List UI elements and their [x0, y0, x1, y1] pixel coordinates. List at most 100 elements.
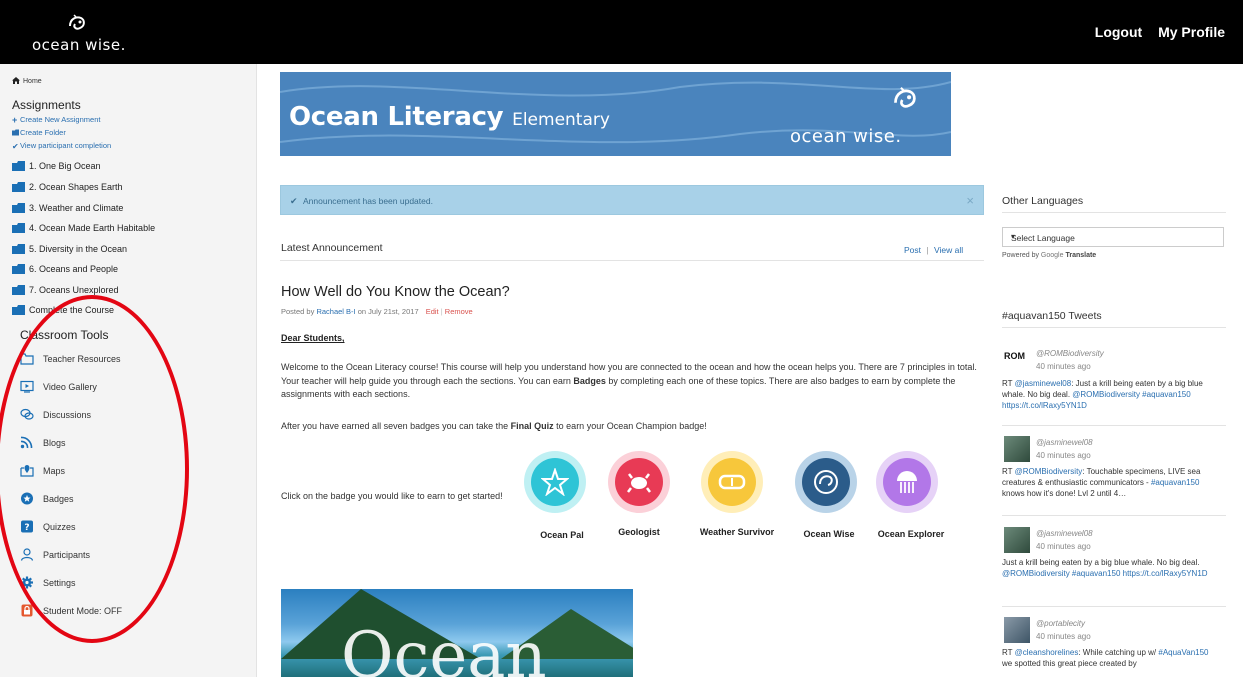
tool-label: Maps [43, 466, 66, 476]
top-bar: ocean wise. Logout My Profile [0, 0, 1243, 64]
folder-item-1[interactable]: 1. One Big Ocean [12, 161, 101, 171]
banner-logo-text: ocean wise. [790, 126, 902, 147]
folder-label: 3. Weather and Climate [29, 203, 124, 213]
create-folder-link[interactable]: Create Folder [12, 128, 66, 137]
language-select[interactable]: Select Language ▾ [1002, 227, 1224, 247]
view-participant-completion-link[interactable]: ✔View participant completion [12, 141, 111, 151]
tweet-text: RT [1002, 379, 1015, 388]
folder-item-7[interactable]: 7. Oceans Unexplored [12, 285, 119, 295]
tool-student-mode[interactable]: Student Mode: OFF [20, 604, 122, 617]
tool-video-gallery[interactable]: Video Gallery [20, 380, 97, 393]
tool-quizzes[interactable]: ? Quizzes [20, 520, 76, 533]
ocean-pal-badge[interactable] [524, 451, 586, 513]
folder-item-complete[interactable]: Complete the Course [12, 305, 114, 315]
create-new-assignment-label: Create New Assignment [20, 115, 101, 124]
tweet-handle[interactable]: @jasminewel08 [1036, 529, 1093, 538]
ocean-poster-image: Ocean [281, 589, 633, 677]
tool-blogs[interactable]: Blogs [20, 436, 66, 449]
folder-icon [12, 182, 25, 192]
tool-teacher-resources[interactable]: Teacher Resources [20, 352, 121, 365]
folder-outline-icon [20, 353, 34, 365]
tweet-text: we spotted this great piece created by [1002, 659, 1137, 668]
remove-link[interactable]: Remove [445, 307, 473, 316]
divider [1002, 425, 1226, 426]
tool-label: Blogs [43, 438, 66, 448]
tool-participants[interactable]: Participants [20, 548, 90, 561]
home-label: Home [23, 78, 42, 85]
folder-icon [12, 264, 25, 274]
tool-discussions[interactable]: Discussions [20, 408, 91, 421]
crab-icon [627, 473, 651, 493]
ocean-explorer-label[interactable]: Ocean Explorer [866, 529, 956, 539]
folder-label: 4. Ocean Made Earth Habitable [29, 223, 156, 233]
avatar[interactable]: ROM [1004, 351, 1030, 377]
tweet-time: 40 minutes ago [1036, 451, 1091, 460]
folder-item-5[interactable]: 5. Diversity in the Ocean [12, 244, 127, 254]
logout-link[interactable]: Logout [1095, 24, 1142, 40]
tool-badges[interactable]: Badges [20, 492, 74, 505]
latest-announcement-heading: Latest Announcement [281, 242, 383, 254]
home-link[interactable]: Home [12, 77, 42, 85]
create-new-assignment-link[interactable]: + Create New Assignment [12, 115, 101, 125]
tweet-time: 40 minutes ago [1036, 362, 1091, 371]
tool-label: Quizzes [43, 522, 76, 532]
click-badge-text: Click on the badge you would like to ear… [281, 491, 503, 501]
tweet-link[interactable]: #AquaVan150 [1158, 648, 1208, 657]
user-icon [20, 548, 34, 561]
tweet-link[interactable]: @ROMBiodiversity [1015, 467, 1083, 476]
tweet-handle[interactable]: @portablecity [1036, 619, 1085, 628]
geologist-label[interactable]: Geologist [594, 527, 684, 537]
avatar[interactable] [1004, 527, 1030, 553]
powered-by-text: Powered by [1002, 252, 1039, 259]
translate-link[interactable]: Translate [1065, 252, 1096, 259]
tweet-link[interactable]: @ROMBiodiversity #aquavan150 https://t.c… [1002, 569, 1208, 578]
weather-survivor-badge[interactable] [701, 451, 763, 513]
folder-label: 5. Diversity in the Ocean [29, 244, 128, 254]
ocean-wise-label[interactable]: Ocean Wise [784, 529, 874, 539]
tweet-handle[interactable]: @jasminewel08 [1036, 438, 1093, 447]
quiz-text-end: to earn your Ocean Champion badge! [553, 421, 707, 431]
gear-icon [21, 576, 33, 589]
folder-item-2[interactable]: 2. Ocean Shapes Earth [12, 182, 123, 192]
ocean-explorer-badge[interactable] [876, 451, 938, 513]
folder-item-3[interactable]: 3. Weather and Climate [12, 203, 123, 213]
banner-subtitle: Elementary [512, 110, 610, 130]
edit-link[interactable]: Edit [426, 307, 439, 316]
view-all-link[interactable]: View all [934, 245, 963, 255]
close-icon[interactable]: × [966, 193, 974, 208]
ocean-wise-logo[interactable]: ocean wise. [30, 14, 130, 54]
post-link[interactable]: Post [904, 245, 921, 255]
my-profile-link[interactable]: My Profile [1158, 24, 1225, 40]
folder-label: 7. Oceans Unexplored [29, 285, 119, 295]
folder-item-6[interactable]: 6. Oceans and People [12, 264, 118, 274]
tweets-heading: #aquavan150 Tweets [1002, 310, 1102, 322]
tweet-handle[interactable]: @ROMBiodiversity [1036, 349, 1104, 358]
greeting: Dear Students, [281, 333, 345, 343]
banner-title-text: Ocean Literacy [289, 102, 504, 132]
starfish-icon [541, 468, 569, 496]
post-meta: Posted by Rachael B-I on July 21st, 2017… [281, 307, 473, 316]
folder-item-4[interactable]: 4. Ocean Made Earth Habitable [12, 223, 155, 233]
folder-label: Complete the Course [29, 305, 115, 315]
geologist-badge[interactable] [608, 451, 670, 513]
discussion-icon [20, 408, 34, 420]
avatar[interactable] [1004, 436, 1030, 462]
tool-label: Discussions [43, 410, 92, 420]
tool-label: Badges [43, 494, 74, 504]
tool-settings[interactable]: Settings [20, 576, 76, 589]
weather-survivor-label[interactable]: Weather Survivor [692, 527, 782, 537]
ocean-wise-badge[interactable] [795, 451, 857, 513]
folder-label: 1. One Big Ocean [29, 161, 101, 171]
success-alert: ✔ Announcement has been updated. × [280, 185, 984, 215]
jellyfish-icon [897, 471, 917, 493]
tweet-link[interactable]: @cleanshorelines [1015, 648, 1079, 657]
tool-maps[interactable]: Maps [20, 464, 65, 477]
avatar[interactable] [1004, 617, 1030, 643]
author-link[interactable]: Rachael B-I [316, 307, 355, 316]
tweet-link[interactable]: #aquavan150 [1151, 478, 1200, 487]
post-date: on July 21st, 2017 [357, 307, 419, 316]
tweet-text: : While catching up w/ [1078, 648, 1159, 657]
alert-text: Announcement has been updated. [303, 196, 433, 206]
link-separator: | [926, 245, 929, 255]
tweet-link[interactable]: @jasminewel08 [1015, 379, 1072, 388]
